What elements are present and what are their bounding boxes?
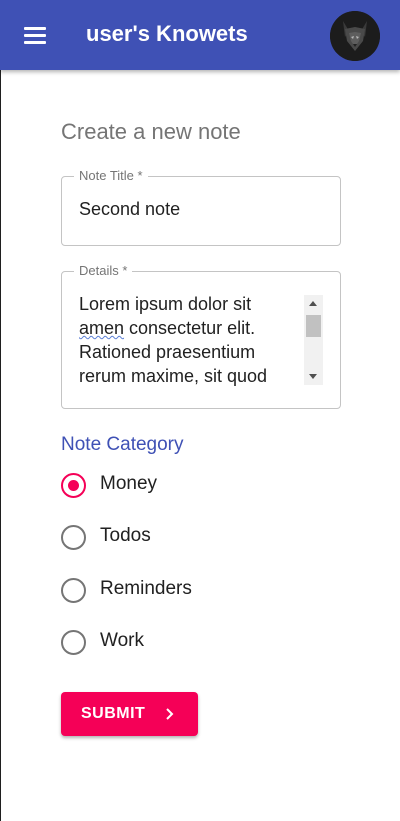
avatar[interactable] [330,11,380,61]
radio-option-work[interactable]: Work [61,628,321,658]
radio-label: Money [100,473,158,494]
scroll-up-icon[interactable] [309,301,317,306]
note-title-input[interactable] [79,199,329,220]
radio-option-todos[interactable]: Todos [61,523,321,553]
chevron-right-icon [166,708,174,720]
page-border [0,70,1,821]
radio-label: Work [100,630,144,651]
app-title: user's Knowets [86,21,248,46]
spellcheck-underline: amen [79,318,125,338]
radio-label: Reminders [100,578,192,599]
app-bar: user's Knowets [0,0,400,70]
details-label: Details * [74,263,133,278]
details-field: Details * Lorem ipsum dolor sit amen con… [61,263,341,409]
form-heading: Create a new note [61,119,241,144]
radio-label: Todos [100,525,151,546]
radio-option-reminders[interactable]: Reminders [61,576,321,606]
radio-checked-icon[interactable] [61,473,86,498]
radio-unchecked-icon[interactable] [61,525,86,550]
submit-button[interactable]: SUBMIT [61,692,198,736]
details-scrollbar[interactable] [304,295,323,385]
menu-icon[interactable] [18,21,54,51]
details-textarea[interactable]: Lorem ipsum dolor sit amen consectetur e… [79,292,297,388]
note-category-label: Note Category [61,434,184,455]
wolf-avatar-icon [330,11,380,61]
submit-label: SUBMIT [81,705,146,722]
scroll-down-icon[interactable] [309,374,317,379]
radio-option-money[interactable]: Money [61,471,321,501]
note-title-field: Note Title * [61,168,341,246]
note-title-label: Note Title * [74,168,148,183]
radio-unchecked-icon[interactable] [61,578,86,603]
scroll-thumb[interactable] [306,315,321,337]
radio-unchecked-icon[interactable] [61,630,86,655]
